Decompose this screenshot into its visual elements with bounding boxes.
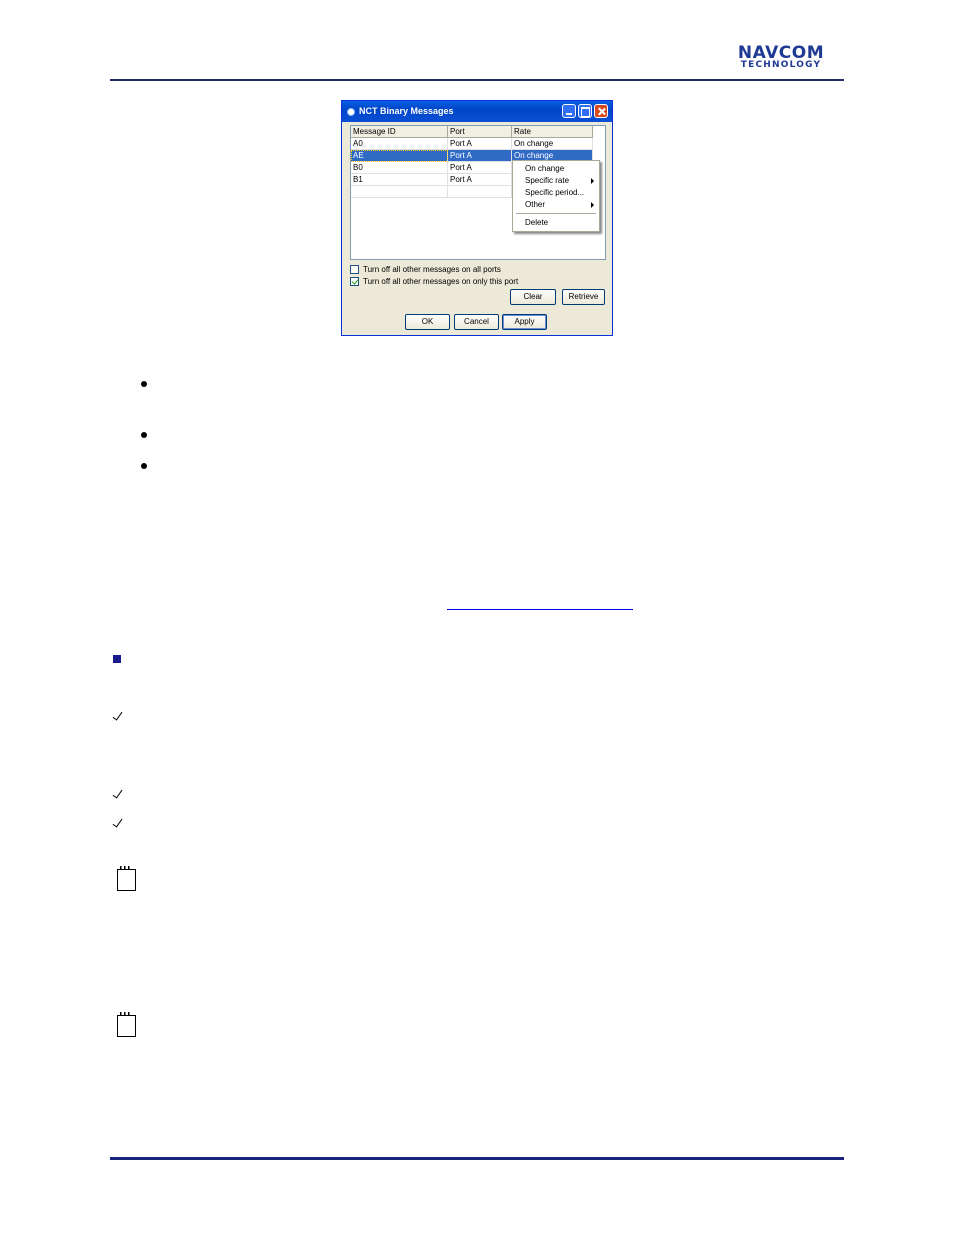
cell-port: Port A: [448, 162, 512, 174]
dialog-title: NCT Binary Messages: [359, 106, 454, 116]
submenu-arrow-icon: [591, 178, 594, 184]
maximize-icon[interactable]: [578, 104, 592, 118]
cell-port: Port A: [448, 150, 512, 162]
this-port-checkbox-label: Turn off all other messages on only this…: [363, 277, 519, 286]
cell-message-id: AE: [351, 150, 448, 162]
bullet-marker: [141, 463, 147, 469]
cell-port: Port A: [448, 138, 512, 150]
table-row[interactable]: A0 Port A On change: [351, 138, 593, 150]
menu-separator: [516, 213, 596, 214]
cell-port: [448, 186, 512, 198]
ok-button[interactable]: OK: [405, 314, 450, 330]
rate-context-menu: On change Specific rate Specific period.…: [512, 160, 600, 232]
cancel-button[interactable]: Cancel: [454, 314, 499, 330]
dialog-titlebar[interactable]: NCT Binary Messages: [342, 101, 612, 122]
cell-message-id: [351, 186, 448, 198]
hyperlink-underline[interactable]: [447, 609, 633, 610]
footer-rule: [110, 1157, 844, 1160]
menu-item-on-change[interactable]: On change: [525, 163, 564, 175]
this-port-checkbox[interactable]: [350, 277, 359, 286]
bullet-marker: [141, 381, 147, 387]
column-header-port[interactable]: Port: [448, 126, 512, 138]
all-ports-checkbox[interactable]: [350, 265, 359, 274]
checkmark-icon: [113, 788, 121, 800]
menu-item-specific-rate[interactable]: Specific rate: [525, 175, 569, 187]
menu-item-delete[interactable]: Delete: [525, 217, 548, 229]
logo-wordmark: NAVCOM: [737, 43, 825, 63]
all-ports-checkbox-label: Turn off all other messages on all ports: [363, 265, 501, 274]
app-icon: [347, 108, 355, 116]
cell-port: Port A: [448, 174, 512, 186]
close-icon[interactable]: [594, 104, 608, 118]
cell-message-id: A0: [351, 138, 448, 150]
nct-binary-messages-dialog: NCT Binary Messages Message ID Port Rate…: [341, 100, 613, 336]
header-rule: [110, 79, 844, 81]
logo-subtitle: TECHNOLOGY: [740, 60, 822, 70]
cell-message-id: B1: [351, 174, 448, 186]
menu-item-other[interactable]: Other: [525, 199, 545, 211]
section-square-bullet: [113, 655, 121, 663]
menu-item-specific-period[interactable]: Specific period...: [525, 187, 584, 199]
column-header-rate[interactable]: Rate: [512, 126, 593, 138]
submenu-arrow-icon: [591, 202, 594, 208]
list-header: Message ID Port Rate: [351, 126, 593, 138]
minimize-icon[interactable]: [562, 104, 576, 118]
notepad-icon: [117, 1012, 136, 1037]
bullet-marker: [141, 432, 147, 438]
column-header-message-id[interactable]: Message ID: [351, 126, 448, 138]
cell-message-id: B0: [351, 162, 448, 174]
notepad-icon: [117, 866, 136, 891]
navcom-logo: NAVCOM TECHNOLOGY: [719, 43, 843, 71]
clear-button[interactable]: Clear: [510, 289, 556, 305]
checkmark-icon: [113, 710, 121, 722]
cell-rate: On change: [512, 138, 593, 150]
checkmark-icon: [113, 817, 121, 829]
retrieve-button[interactable]: Retrieve: [562, 289, 605, 305]
apply-button[interactable]: Apply: [502, 314, 547, 330]
